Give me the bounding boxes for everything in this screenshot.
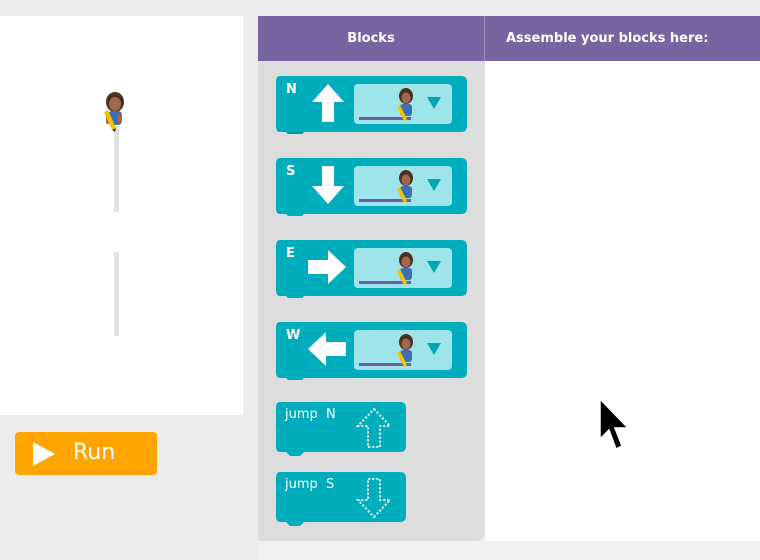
artist-mini-icon [397,170,413,203]
play-icon [33,442,55,466]
dotted-arrow-up-icon [356,407,392,448]
arrow-down-icon [312,166,344,204]
artist-character-icon [104,92,124,132]
workspace-header: Assemble your blocks here: [506,31,709,46]
toolbox-header: Blocks [347,31,395,46]
artist-mini-icon [397,334,413,367]
dropdown-arrow-icon [427,179,441,191]
draw-south-block[interactable]: S [276,158,467,216]
dropdown-arrow-icon [427,261,441,273]
block-direction-label: S [286,164,296,179]
block-workspace[interactable] [485,61,760,541]
color-pen-dropdown[interactable] [354,166,452,206]
draw-east-block[interactable]: E [276,240,467,298]
mouse-cursor-icon [599,397,630,451]
drawn-line-segment [114,252,119,336]
dropdown-arrow-icon [427,343,441,355]
arrow-right-icon [308,250,346,284]
drawn-line-segment [114,126,119,212]
dropdown-arrow-icon [427,97,441,109]
block-direction-label: N [286,82,297,97]
artist-mini-icon [397,252,413,285]
arrow-left-icon [308,332,346,366]
bottom-strip [258,541,760,560]
header-divider [484,16,485,61]
arrow-up-icon [312,84,344,122]
block-direction-label: E [286,246,295,261]
jump-north-block[interactable]: jump N [276,402,406,456]
jump-block-label: jump N [285,407,336,422]
block-toolbox: N S E W jump N jump S [258,61,485,541]
draw-north-block[interactable]: N [276,76,467,134]
run-button-label: Run [73,440,116,465]
color-pen-dropdown[interactable] [354,248,452,288]
editor-header: Blocks Assemble your blocks here: [258,16,760,61]
jump-south-block[interactable]: jump S [276,472,406,526]
color-pen-dropdown[interactable] [354,330,452,370]
drawing-canvas [0,16,243,415]
color-pen-dropdown[interactable] [354,84,452,124]
run-button[interactable]: Run [15,432,157,475]
draw-west-block[interactable]: W [276,322,467,380]
artist-mini-icon [397,88,413,121]
block-direction-label: W [286,328,301,343]
jump-block-label: jump S [285,477,335,492]
dotted-arrow-down-icon [356,478,392,519]
